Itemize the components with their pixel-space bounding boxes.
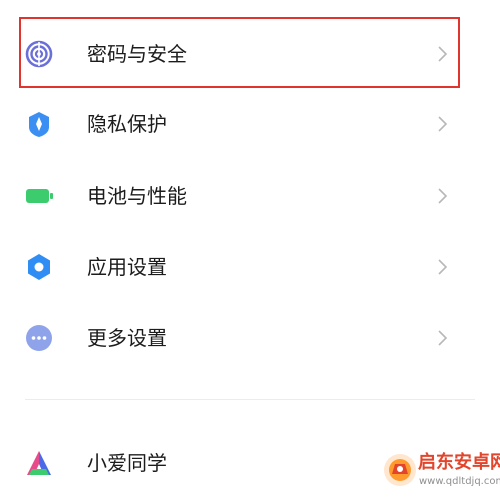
settings-item-label: 小爱同学: [87, 451, 167, 475]
settings-item-more-settings[interactable]: 更多设置: [0, 303, 500, 373]
settings-item-label: 电池与性能: [87, 184, 187, 208]
chevron-right-icon: [434, 327, 450, 349]
settings-item-app-settings[interactable]: 应用设置: [0, 232, 500, 302]
settings-item-label: 更多设置: [87, 326, 167, 350]
settings-item-privacy[interactable]: 隐私保护: [0, 89, 500, 159]
settings-item-label: 应用设置: [87, 255, 167, 279]
settings-item-label: 密码与安全: [87, 42, 187, 66]
settings-item-battery-performance[interactable]: 电池与性能: [0, 161, 500, 231]
settings-item-label: 隐私保护: [87, 112, 167, 136]
chevron-right-icon: [434, 43, 450, 65]
shield-icon: [24, 110, 54, 138]
xiaoai-icon: [24, 449, 54, 477]
watermark-logo-icon: [382, 452, 418, 488]
more-icon: [24, 324, 54, 352]
chevron-right-icon: [434, 256, 450, 278]
settings-item-password-security[interactable]: 密码与安全: [0, 19, 500, 89]
chevron-right-icon: [434, 185, 450, 207]
settings-list: 密码与安全 隐私保护 电池与性能 应用设置 更多设置 小爱同学: [0, 0, 500, 502]
watermark: 启东安卓网 www.qdltdjq.com: [382, 446, 500, 496]
battery-icon: [24, 182, 54, 210]
section-divider: [25, 399, 475, 400]
watermark-title: 启东安卓网: [418, 452, 500, 473]
fingerprint-icon: [24, 40, 54, 68]
chevron-right-icon: [434, 113, 450, 135]
gear-icon: [24, 253, 54, 281]
watermark-url: www.qdltdjq.com: [419, 476, 500, 487]
